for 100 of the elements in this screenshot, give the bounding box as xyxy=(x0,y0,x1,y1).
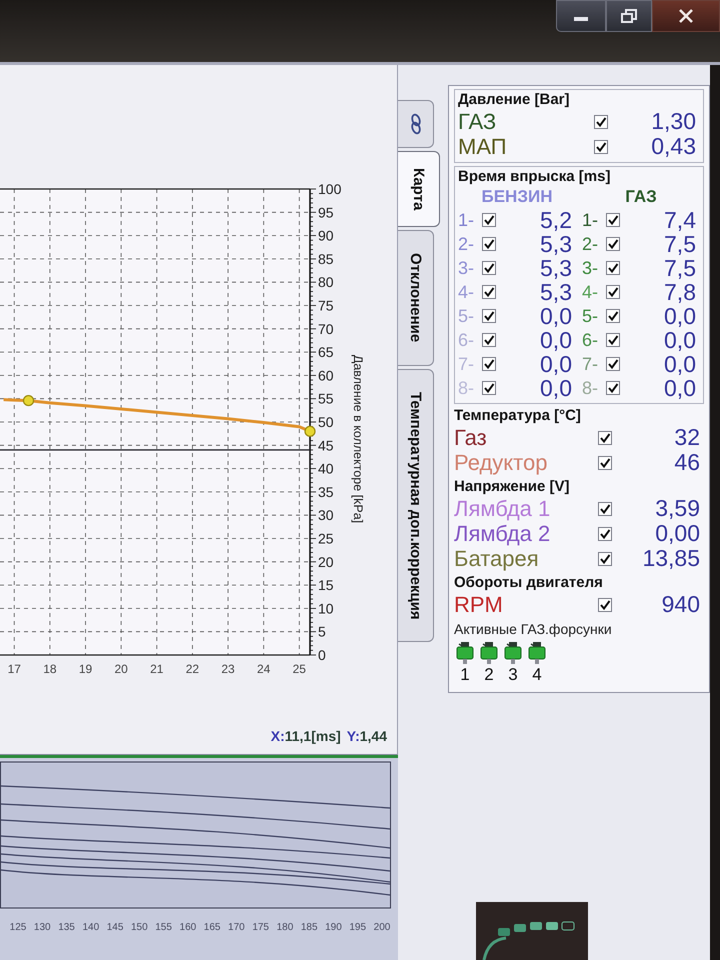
sensor-name: Редуктор xyxy=(454,450,548,475)
x-tick-label: 24 xyxy=(257,662,270,676)
section-title: Напряжение [V] xyxy=(454,478,571,496)
trend-x-label: 150 xyxy=(131,922,148,933)
x-tick-label: 19 xyxy=(78,662,92,676)
point-marker xyxy=(304,426,316,437)
x-tick-label: 22 xyxy=(186,662,200,676)
gauge-logo-icon xyxy=(476,902,588,960)
y-tick-label: 25 xyxy=(318,530,334,546)
injector-label: 2- xyxy=(582,233,600,256)
checkbox[interactable] xyxy=(482,381,496,395)
checkbox[interactable] xyxy=(598,456,612,470)
injector-label: 4- xyxy=(458,281,476,304)
checkbox[interactable] xyxy=(598,552,612,566)
sensor-value: 46 xyxy=(673,450,701,475)
x-tick-label: 17 xyxy=(8,662,21,676)
trend-x-label: 145 xyxy=(106,922,124,933)
injector-value: 5,2 xyxy=(539,208,573,232)
y-tick-label: 40 xyxy=(318,460,334,477)
x-tick-label: 20 xyxy=(114,662,128,676)
trend-x-label: 180 xyxy=(276,922,294,933)
injector-value: 0,0 xyxy=(663,376,697,400)
cursor-x-label: X: xyxy=(270,728,285,744)
checkbox[interactable] xyxy=(606,261,620,275)
injector-value: 5,3 xyxy=(539,280,573,304)
view-tab[interactable]: Отклонение xyxy=(398,230,434,366)
sensor-value: 0,43 xyxy=(650,134,697,159)
y-tick-label: 80 xyxy=(318,274,334,290)
injector-label: 7- xyxy=(458,353,476,376)
x-tick-label: 25 xyxy=(292,662,306,676)
y-tick-label: 30 xyxy=(318,507,334,524)
injector-value: 0,0 xyxy=(663,304,697,328)
checkbox[interactable] xyxy=(598,598,612,612)
trend-x-label: 190 xyxy=(325,922,342,933)
close-button[interactable] xyxy=(652,0,720,32)
cursor-x-value: 11,1[ms] xyxy=(284,728,341,744)
injector-label: 2- xyxy=(458,233,476,256)
checkbox[interactable] xyxy=(482,357,496,371)
trend-x-label: 175 xyxy=(252,922,269,933)
checkbox[interactable] xyxy=(598,502,612,516)
injector-label: 8- xyxy=(458,377,476,400)
checkbox[interactable] xyxy=(594,140,608,154)
injector-label: 1- xyxy=(458,209,476,232)
checkbox[interactable] xyxy=(598,430,612,444)
cursor-y-value: 1,44 xyxy=(360,728,387,744)
injector-value: 5,3 xyxy=(539,232,573,256)
y-tick-label: 50 xyxy=(318,414,334,430)
checkbox[interactable] xyxy=(606,381,620,395)
view-tab[interactable] xyxy=(398,100,434,148)
checkbox[interactable] xyxy=(482,237,496,251)
checkbox[interactable] xyxy=(482,309,496,323)
injector-value: 0,0 xyxy=(539,328,573,352)
y-tick-label: 0 xyxy=(318,647,326,663)
sensor-name: МАП xyxy=(458,134,508,159)
checkbox[interactable] xyxy=(482,333,496,347)
section-title: Обороты двигателя xyxy=(454,574,604,592)
trend-x-label: 135 xyxy=(58,922,75,933)
y-tick-label: 20 xyxy=(318,554,334,570)
section-title: Давление [Bar] xyxy=(458,91,571,109)
trend-x-label: 130 xyxy=(34,922,51,933)
checkbox[interactable] xyxy=(598,526,612,540)
restore-button[interactable] xyxy=(606,0,652,32)
checkbox[interactable] xyxy=(606,309,620,323)
checkbox[interactable] xyxy=(606,357,620,371)
y-tick-label: 75 xyxy=(318,298,334,314)
injector-value: 5,3 xyxy=(539,256,573,280)
view-tab[interactable]: Карта xyxy=(398,151,440,228)
checkbox[interactable] xyxy=(482,261,496,275)
y-tick-label: 10 xyxy=(318,600,334,616)
trend-x-label: 185 xyxy=(300,922,318,933)
checkbox[interactable] xyxy=(606,213,620,227)
trend-x-label: 195 xyxy=(349,922,366,933)
checkbox[interactable] xyxy=(606,285,620,299)
injector-value: 0,0 xyxy=(539,352,573,376)
trend-x-label: 155 xyxy=(155,922,172,933)
sensor-value: 13,85 xyxy=(641,546,701,571)
column-header: ГАЗ xyxy=(624,186,658,208)
sensor-value: 1,30 xyxy=(650,109,697,134)
checkbox[interactable] xyxy=(482,213,496,227)
section-title: Время впрыска [ms] xyxy=(458,168,612,186)
trend-x-label: 125 xyxy=(10,922,26,933)
injector-number: 4 xyxy=(532,666,542,684)
checkbox[interactable] xyxy=(594,114,608,128)
trend-x-label: 170 xyxy=(228,922,245,933)
checkbox[interactable] xyxy=(606,333,620,347)
column-header: БЕНЗИН xyxy=(480,186,554,208)
checkbox[interactable] xyxy=(482,285,496,299)
x-tick-label: 21 xyxy=(150,662,164,676)
view-tab[interactable]: Температурная доп.коррекция xyxy=(398,368,434,642)
checkbox[interactable] xyxy=(606,237,620,251)
injector-label: 1- xyxy=(582,209,600,232)
y-tick-label: 90 xyxy=(318,228,334,244)
sensor-name: Газ xyxy=(454,425,488,450)
sensor-name: Лямбда 2 xyxy=(454,521,552,546)
minimize-button[interactable] xyxy=(556,0,606,32)
close-icon xyxy=(678,9,694,23)
injector-label: 8- xyxy=(582,377,600,400)
y-tick-label: 55 xyxy=(318,390,334,407)
sensor-value: 0,00 xyxy=(654,521,701,546)
y-tick-label: 95 xyxy=(318,204,334,220)
